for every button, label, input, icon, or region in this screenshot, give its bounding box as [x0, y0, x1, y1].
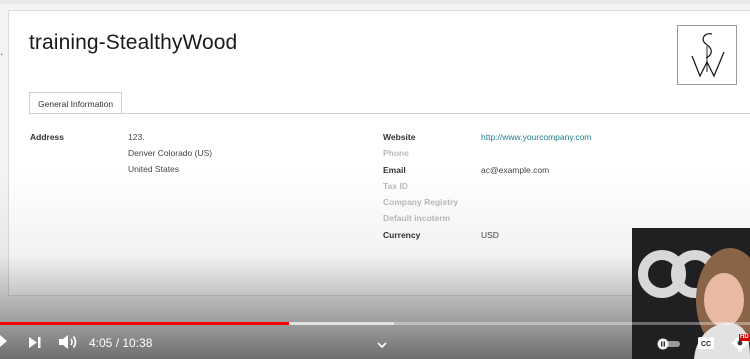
logo-mark-icon [691, 33, 725, 78]
expand-chevron[interactable] [377, 336, 387, 354]
chevron-down-icon [377, 342, 387, 349]
phone-label: Phone [383, 148, 409, 158]
currency-label: Currency [383, 230, 421, 240]
breadcrumb-fragment: . [0, 44, 4, 58]
next-button[interactable] [28, 336, 42, 354]
progress-played [0, 322, 289, 325]
settings-button[interactable]: HD [730, 333, 750, 358]
next-icon [29, 337, 41, 348]
top-bar [0, 0, 750, 4]
tab-divider [29, 113, 750, 114]
time-display: 4:05 / 10:38 [89, 336, 153, 350]
address-line: Denver Colorado (US) [128, 148, 213, 158]
autoplay-toggle[interactable] [656, 337, 682, 355]
address-line: 123. [128, 132, 145, 142]
svg-text:CC: CC [701, 341, 711, 348]
play-button[interactable] [0, 334, 8, 353]
company-logo[interactable] [677, 25, 737, 85]
tax-id-label: Tax ID [383, 181, 408, 191]
captions-button[interactable]: CC [697, 336, 715, 355]
tab-general-information[interactable]: General Information [29, 92, 123, 114]
volume-icon [59, 335, 77, 349]
address-line: United States [128, 164, 180, 174]
captions-icon: CC [698, 337, 714, 349]
volume-button[interactable] [58, 334, 78, 355]
company-registry-label: Company Registry [383, 197, 459, 207]
default-incoterm-label: Default incoterm [383, 213, 451, 223]
email-value[interactable]: ac@example.com [481, 165, 549, 175]
play-icon [0, 335, 7, 347]
hd-badge: HD [739, 334, 750, 341]
address-label: Address [30, 132, 65, 142]
currency-value: USD [481, 230, 499, 240]
page-title: training-StealthyWood [29, 31, 238, 54]
website-label: Website [383, 132, 416, 142]
autoplay-toggle-icon [657, 338, 680, 350]
website-link[interactable]: http://www.yourcompany.com [481, 132, 591, 142]
video-progress-bar[interactable] [0, 322, 750, 325]
email-label: Email [383, 165, 406, 175]
